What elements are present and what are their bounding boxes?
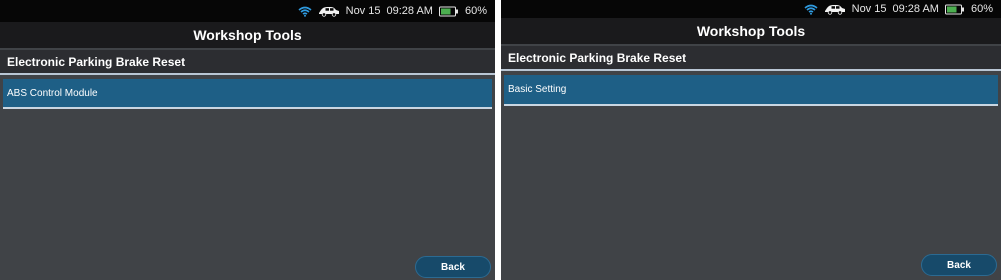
battery-percent: 60% bbox=[970, 3, 993, 15]
status-date: Nov 15 bbox=[345, 5, 381, 17]
list-item-label: ABS Control Module bbox=[7, 87, 98, 99]
left-screen: Nov 15 09:28 AM 60% Workshop Tools Elect… bbox=[0, 0, 495, 280]
section-header: Electronic Parking Brake Reset bbox=[501, 46, 1001, 71]
page-title: Workshop Tools bbox=[0, 22, 495, 48]
status-time: 09:28 AM bbox=[892, 3, 939, 15]
car-icon bbox=[824, 4, 846, 15]
page-title: Workshop Tools bbox=[501, 18, 1001, 44]
status-bar: Nov 15 09:28 AM 60% bbox=[501, 0, 1001, 18]
list-item-label: Basic Setting bbox=[508, 84, 567, 95]
back-button-label: Back bbox=[441, 261, 465, 273]
battery-icon bbox=[944, 4, 965, 15]
section-header: Electronic Parking Brake Reset bbox=[0, 50, 495, 75]
wifi-icon bbox=[298, 6, 312, 17]
wifi-icon bbox=[804, 4, 818, 15]
car-icon bbox=[318, 6, 340, 17]
status-time: 09:28 AM bbox=[386, 5, 433, 17]
dual-screenshot-stage: Nov 15 09:28 AM 60% Workshop Tools Elect… bbox=[0, 0, 1001, 280]
back-button[interactable]: Back bbox=[415, 256, 491, 278]
back-button-label: Back bbox=[947, 259, 971, 271]
battery-percent: 60% bbox=[464, 5, 487, 17]
right-screen: Nov 15 09:28 AM 60% Workshop Tools Elect… bbox=[501, 0, 1001, 280]
back-button[interactable]: Back bbox=[921, 254, 997, 276]
list-item-abs-control-module[interactable]: ABS Control Module bbox=[3, 79, 492, 109]
status-bar: Nov 15 09:28 AM 60% bbox=[0, 0, 495, 22]
battery-icon bbox=[438, 6, 459, 17]
status-date: Nov 15 bbox=[851, 3, 887, 15]
list-item-basic-setting[interactable]: Basic Setting bbox=[504, 75, 998, 106]
